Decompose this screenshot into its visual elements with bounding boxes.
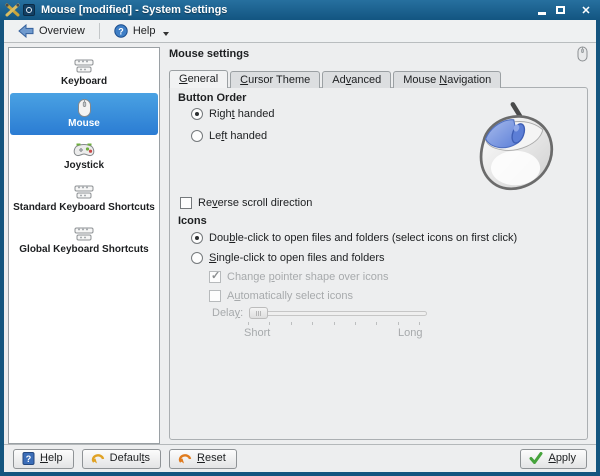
reset-button[interactable]: Reset	[169, 448, 237, 469]
mouse-small-icon	[577, 46, 588, 62]
app-badge-icon	[23, 4, 35, 16]
radio-left-handed[interactable]: Left handed	[191, 130, 267, 142]
overview-button[interactable]: Overview	[12, 22, 91, 40]
general-tab-panel: Button Order Right handed Left handed Re…	[169, 87, 588, 440]
back-arrow-icon	[18, 24, 34, 38]
minimize-button[interactable]	[533, 3, 551, 18]
sidebar-item-label: Mouse	[68, 118, 100, 129]
radio-icon	[191, 130, 203, 142]
reset-arrow-icon	[178, 454, 192, 464]
keyboard-icon	[72, 183, 96, 201]
delay-slider	[249, 307, 428, 319]
tab-mouse-navigation[interactable]: Mouse Navigation	[393, 71, 502, 88]
help-button[interactable]: ? Help	[13, 448, 74, 469]
defaults-arrow-icon	[91, 454, 104, 464]
sidebar-item-standard-keyboard-shortcuts[interactable]: Standard Keyboard Shortcuts	[10, 177, 158, 219]
checkbox-label: Automatically select icons	[227, 290, 353, 302]
checkbox-icon	[209, 269, 221, 283]
defaults-button-label: Defaults	[109, 452, 150, 464]
content-header: Mouse settings	[169, 46, 588, 66]
checkbox-change-pointer-shape: Change pointer shape over icons	[209, 269, 389, 283]
defaults-button[interactable]: Defaults	[81, 448, 161, 469]
help-button-label: Help	[40, 452, 63, 464]
help-book-icon: ?	[22, 451, 35, 465]
maximize-icon	[555, 6, 565, 14]
sidebar: Keyboard Mouse Joystick Standard Keyboar…	[8, 47, 160, 444]
checkbox-icon	[209, 290, 221, 302]
delay-label: Delay:	[212, 307, 244, 319]
sidebar-item-label: Standard Keyboard Shortcuts	[13, 202, 155, 213]
footer-bar: ? Help Defaults Reset Apply	[4, 444, 596, 472]
sidebar-item-label: Keyboard	[60, 76, 108, 87]
radio-label: Double-click to open files and folders (…	[209, 232, 518, 244]
slider-long-label: Long	[398, 327, 423, 339]
slider-track	[249, 311, 428, 316]
mouse-icon	[72, 99, 96, 117]
reset-button-label: Reset	[197, 452, 226, 464]
slider-ticks	[248, 322, 420, 325]
sidebar-item-mouse[interactable]: Mouse	[10, 93, 158, 135]
close-button[interactable]: ✕	[577, 3, 595, 18]
titlebar: Mouse [modified] - System Settings ✕	[0, 0, 600, 20]
slider-short-label: Short	[244, 327, 271, 339]
radio-single-click[interactable]: Single-click to open files and folders	[191, 252, 385, 264]
crossed-tools-icon	[5, 3, 20, 17]
tab-cursor-theme[interactable]: Cursor Theme	[230, 71, 321, 88]
keyboard-icon	[72, 57, 96, 75]
tab-general[interactable]: General	[169, 70, 229, 88]
svg-text:?: ?	[118, 27, 124, 37]
keyboard-icon	[72, 225, 96, 243]
toolbar-separator	[98, 23, 100, 39]
radio-label: Right handed	[209, 108, 275, 120]
help-label: Help	[132, 25, 156, 37]
window-title: Mouse [modified] - System Settings	[41, 4, 228, 16]
tab-advanced[interactable]: Advanced	[322, 71, 392, 88]
checkbox-reverse-scroll[interactable]: Reverse scroll direction	[180, 197, 312, 209]
radio-right-handed[interactable]: Right handed	[191, 108, 274, 120]
sidebar-item-joystick[interactable]: Joystick	[10, 135, 158, 177]
sidebar-item-label: Joystick	[63, 160, 105, 171]
radio-label: Left handed	[209, 130, 268, 142]
radio-icon	[191, 108, 203, 120]
radio-icon	[191, 232, 203, 244]
checkbox-label: Change pointer shape over icons	[227, 271, 389, 283]
help-circle-icon: ?	[114, 24, 128, 38]
checkbox-icon	[180, 197, 192, 209]
svg-text:?: ?	[26, 454, 32, 464]
right-handed-mouse-image	[479, 102, 554, 191]
checkbox-automatically-select: Automatically select icons	[209, 290, 353, 302]
checkbox-label: Reverse scroll direction	[198, 197, 313, 209]
sidebar-item-global-keyboard-shortcuts[interactable]: Global Keyboard Shortcuts	[10, 219, 158, 261]
joystick-icon	[72, 141, 96, 159]
system-settings-window: Mouse [modified] - System Settings ✕ Ove…	[0, 0, 600, 476]
sidebar-item-label: Global Keyboard Shortcuts	[19, 244, 149, 255]
toolbar: Overview ? Help	[4, 20, 596, 43]
minimize-icon	[538, 11, 546, 15]
radio-double-click[interactable]: Double-click to open files and folders (…	[191, 232, 517, 244]
radio-icon	[191, 252, 203, 264]
tab-bar: General Cursor Theme Advanced Mouse Navi…	[169, 69, 588, 88]
chevron-down-icon	[163, 32, 170, 36]
help-menu-button[interactable]: ? Help	[108, 22, 176, 40]
sidebar-item-keyboard[interactable]: Keyboard	[10, 51, 158, 93]
button-order-title: Button Order	[178, 92, 247, 104]
slider-handle	[249, 307, 269, 319]
icons-section-title: Icons	[178, 215, 207, 227]
green-check-icon	[529, 452, 543, 464]
overview-label: Overview	[39, 25, 85, 37]
apply-button[interactable]: Apply	[520, 448, 587, 469]
maximize-button[interactable]	[551, 3, 569, 18]
main-area: Keyboard Mouse Joystick Standard Keyboar…	[4, 43, 596, 444]
delay-slider-row: Delay:	[212, 307, 428, 319]
apply-button-label: Apply	[548, 452, 576, 464]
content-area: Mouse settings General Cursor Theme Adva…	[160, 43, 596, 444]
radio-label: Single-click to open files and folders	[209, 252, 385, 264]
close-icon: ✕	[581, 4, 591, 17]
page-title: Mouse settings	[169, 48, 250, 60]
